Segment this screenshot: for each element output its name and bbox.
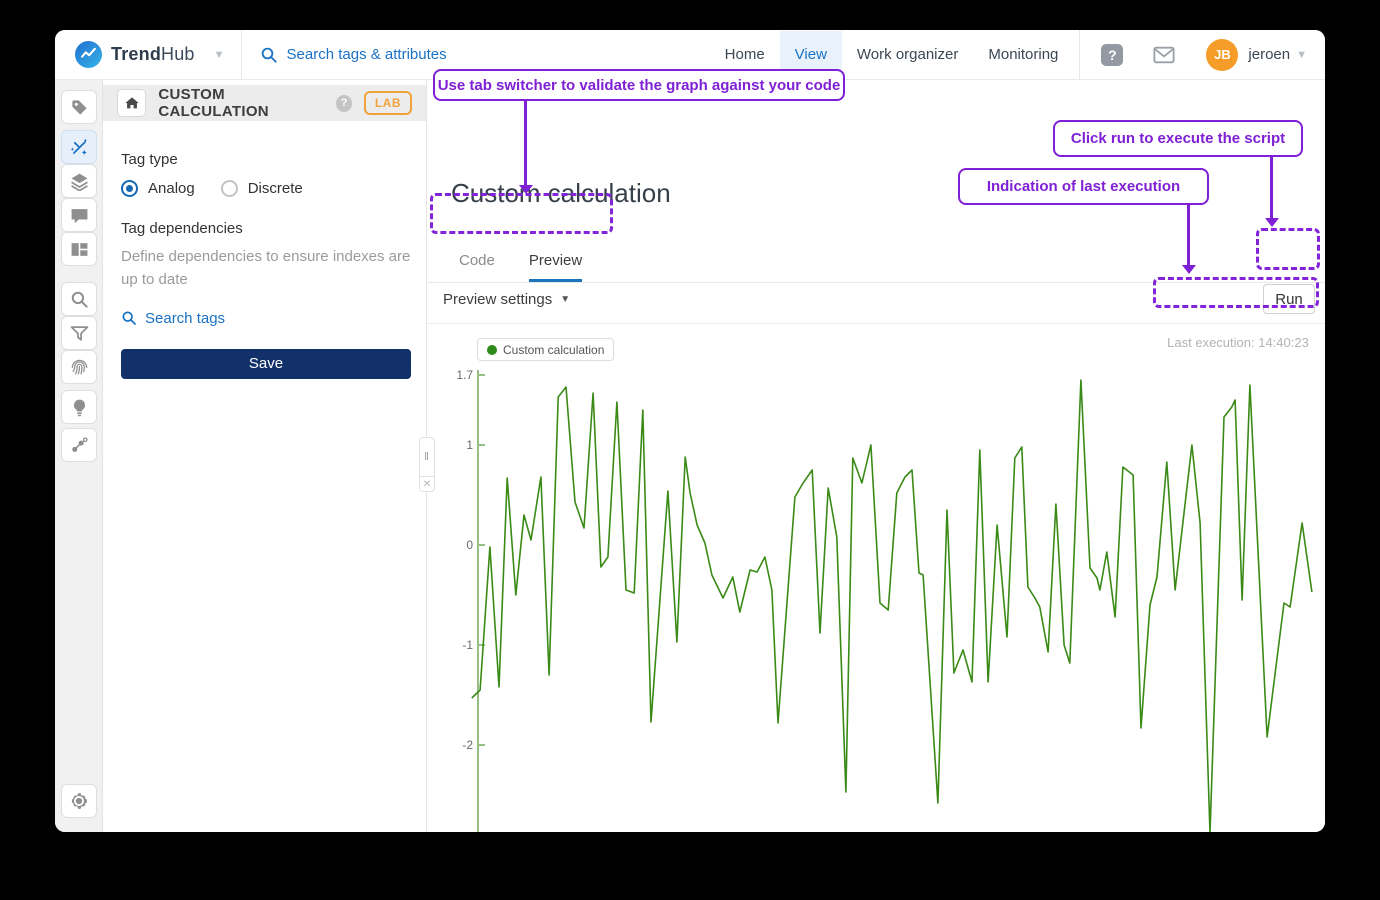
tab-preview[interactable]: Preview	[529, 252, 582, 282]
search-icon	[260, 46, 278, 64]
brand-name-light: Hub	[161, 44, 195, 64]
sidebar-item-dashboard[interactable]	[61, 232, 97, 266]
sidebar-item-tags[interactable]	[61, 90, 97, 124]
search-tags-link[interactable]: Search tags	[121, 310, 411, 327]
collapse-close-icon[interactable]: ✕	[419, 477, 435, 492]
line-chart[interactable]: 1.710-1-2-3Fri, 1921 JanTue, 23Thu, 25Sa…	[455, 365, 1315, 832]
divider	[427, 323, 1325, 324]
annotation-text: Indication of last execution	[987, 178, 1180, 195]
tag-icon	[70, 98, 89, 117]
tab-code[interactable]: Code	[459, 252, 495, 282]
user-avatar[interactable]: JB	[1206, 39, 1238, 71]
messages-button[interactable]	[1152, 43, 1176, 67]
fingerprint-icon	[70, 358, 89, 377]
annotation-text: Use tab switcher to validate the graph a…	[438, 77, 841, 94]
sidebar-item-filter[interactable]	[61, 316, 97, 350]
graph-nodes-icon	[70, 436, 89, 455]
preview-settings-label: Preview settings	[443, 291, 552, 308]
annotation-last-execution: Indication of last execution	[958, 168, 1209, 205]
svg-text:0: 0	[466, 538, 473, 552]
preview-chart[interactable]: 1.710-1-2-3Fri, 1921 JanTue, 23Thu, 25Sa…	[455, 365, 1315, 832]
annotation-highlight-last-execution	[1153, 277, 1319, 308]
panel-header: CUSTOM CALCULATION ? LAB	[103, 85, 426, 121]
sidebar-item-settings[interactable]	[61, 784, 97, 818]
lightbulb-icon	[70, 398, 89, 417]
gear-icon	[69, 791, 89, 811]
tag-dependencies-label: Tag dependencies	[121, 220, 411, 237]
config-panel: CUSTOM CALCULATION ? LAB Tag type Analog…	[103, 80, 427, 832]
svg-text:1.7: 1.7	[456, 368, 473, 382]
app-window: TrendHub ▼ Home View Work organizer Moni…	[55, 30, 1325, 832]
drag-grip-icon[interactable]: ‖	[419, 437, 435, 477]
username: jeroen	[1248, 46, 1290, 63]
brand-logo[interactable]: TrendHub ▼	[55, 41, 225, 68]
home-icon	[124, 95, 140, 111]
radio-discrete[interactable]	[221, 180, 238, 197]
series-legend-label: Custom calculation	[503, 343, 604, 357]
radio-discrete-label[interactable]: Discrete	[248, 180, 303, 197]
annotation-arrow-down-icon	[524, 101, 527, 186]
tag-dependencies-hint: Define dependencies to ensure indexes ar…	[121, 245, 411, 292]
svg-text:-1: -1	[462, 638, 473, 652]
left-icon-rail	[55, 80, 103, 832]
sidebar-item-search[interactable]	[61, 282, 97, 316]
search-tags-label: Search tags	[145, 310, 225, 327]
brand-name: TrendHub	[111, 44, 195, 65]
panel-resize-handle[interactable]: ‖ ✕	[419, 437, 435, 492]
series-color-dot-icon	[487, 345, 497, 355]
chart-legend[interactable]: Custom calculation	[477, 338, 614, 361]
dashboard-icon	[70, 240, 89, 259]
sidebar-item-fingerprint[interactable]	[61, 350, 97, 384]
radio-analog[interactable]	[121, 180, 138, 197]
annotation-run: Click run to execute the script	[1053, 120, 1303, 157]
save-button[interactable]: Save	[121, 349, 411, 379]
filter-icon	[70, 324, 89, 343]
annotation-arrow-down-icon	[1187, 205, 1190, 266]
lab-badge: LAB	[364, 91, 412, 115]
brand-chevron-down-icon[interactable]: ▼	[214, 49, 225, 61]
help-icon: ?	[1101, 44, 1123, 66]
radio-analog-label[interactable]: Analog	[148, 180, 195, 197]
annotation-tab-switcher: Use tab switcher to validate the graph a…	[433, 69, 845, 101]
comment-icon	[70, 206, 89, 225]
nav-item-monitoring[interactable]: Monitoring	[973, 31, 1073, 78]
help-button[interactable]: ?	[1100, 43, 1124, 67]
layers-icon	[70, 172, 89, 191]
home-button[interactable]	[117, 89, 146, 117]
brand-name-bold: Trend	[111, 44, 161, 64]
custom-calculation-icon	[70, 138, 89, 157]
tab-switcher: Code Preview	[459, 252, 582, 282]
navbar-divider	[1079, 30, 1080, 80]
preview-settings-toggle[interactable]: Preview settings ▼	[443, 291, 570, 308]
svg-text:-2: -2	[462, 738, 473, 752]
nav-item-work-organizer[interactable]: Work organizer	[842, 31, 973, 78]
last-execution-status: Last execution: 14:40:23	[1163, 335, 1313, 350]
sidebar-item-layers[interactable]	[61, 164, 97, 198]
annotation-arrow-down-icon	[1270, 157, 1273, 219]
sidebar-item-comments[interactable]	[61, 198, 97, 232]
sidebar-item-custom-calculation[interactable]	[61, 130, 97, 164]
sidebar-item-insights[interactable]	[61, 390, 97, 424]
annotation-highlight-tabs	[430, 193, 613, 234]
panel-title: CUSTOM CALCULATION	[158, 86, 324, 120]
user-menu-chevron-down-icon[interactable]: ▼	[1296, 49, 1307, 61]
sidebar-item-relations[interactable]	[61, 428, 97, 462]
search-input[interactable]	[287, 46, 567, 63]
trendhub-logo-icon	[75, 41, 102, 68]
envelope-icon	[1153, 46, 1175, 64]
annotation-text: Click run to execute the script	[1071, 130, 1285, 147]
chevron-down-icon: ▼	[560, 294, 570, 305]
svg-text:1: 1	[466, 438, 473, 452]
search-icon	[121, 310, 137, 326]
annotation-highlight-run	[1256, 228, 1320, 270]
global-search[interactable]	[242, 46, 567, 64]
help-circle-icon[interactable]: ?	[336, 95, 352, 112]
tag-type-label: Tag type	[121, 151, 411, 168]
search-icon	[70, 290, 89, 309]
